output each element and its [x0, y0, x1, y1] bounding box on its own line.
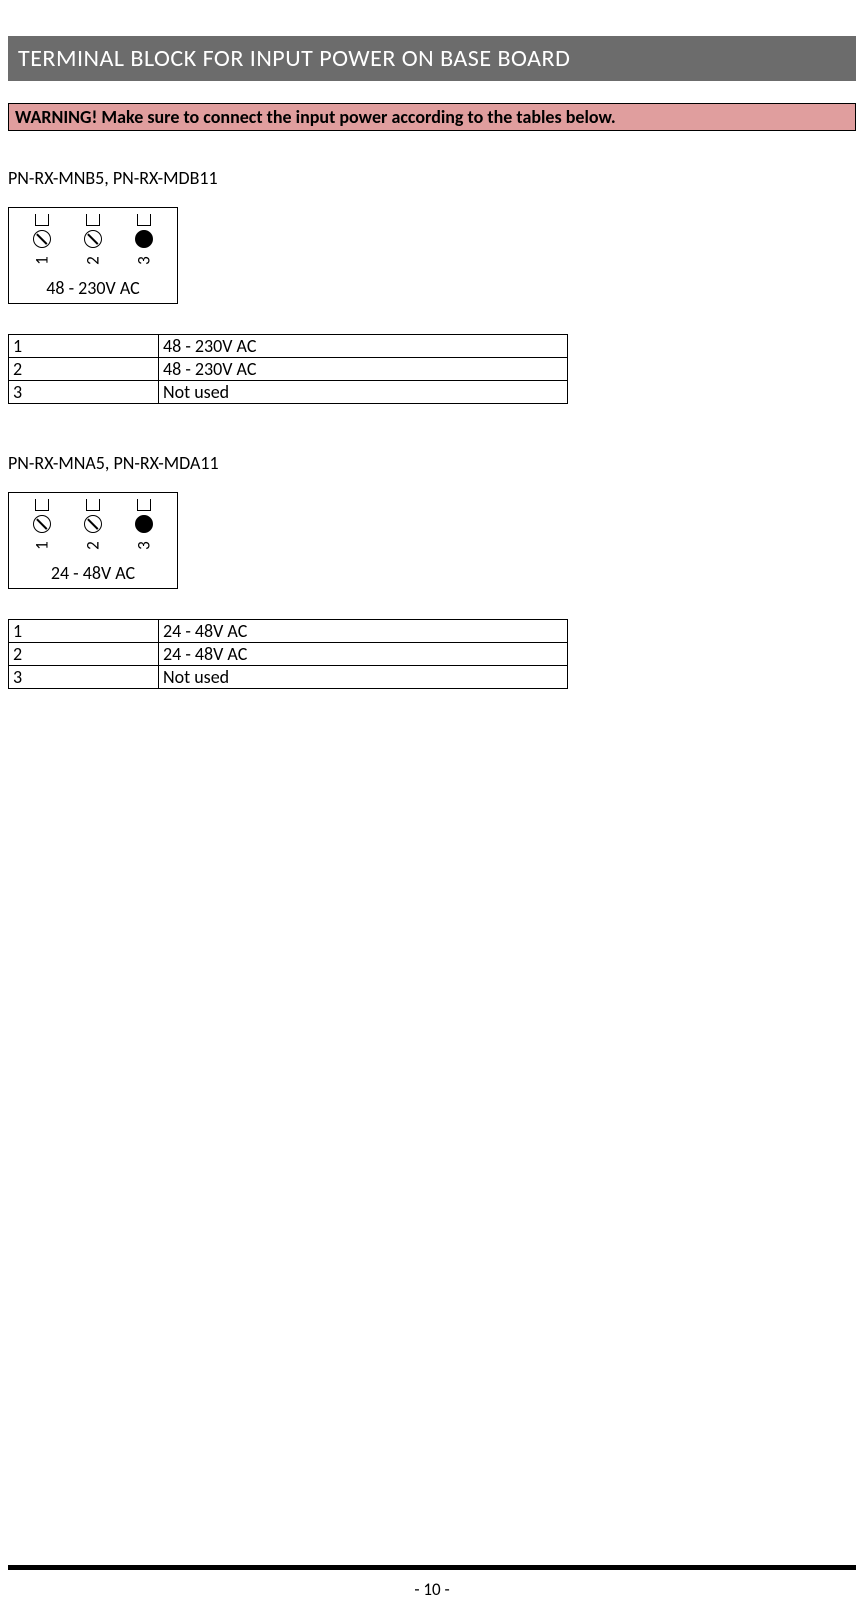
diagram-voltage-label: 24 - 48V AC: [17, 562, 169, 584]
terminal-screw-row: [17, 515, 169, 533]
desc-cell: 48 - 230V AC: [159, 358, 568, 381]
table-row: 3 Not used: [9, 381, 568, 404]
terminal-diagram-2: 1 2 3 24 - 48V AC: [8, 492, 178, 589]
table-row: 1 48 - 230V AC: [9, 335, 568, 358]
pin-number-1: 1: [32, 537, 53, 555]
pin-number-2: 2: [82, 537, 103, 555]
terminal-top-row: [17, 499, 169, 511]
page-number: - 10 -: [0, 1579, 864, 1600]
terminal-screw-row: [17, 230, 169, 248]
desc-cell: 48 - 230V AC: [159, 335, 568, 358]
pin-cell: 3: [9, 666, 159, 689]
pin-number-2: 2: [82, 252, 103, 270]
terminal-screw-filled-icon: [135, 515, 153, 533]
pin-cell: 1: [9, 620, 159, 643]
terminal-slot-icon: [35, 214, 49, 226]
desc-cell: 24 - 48V AC: [159, 620, 568, 643]
terminal-screw-open-icon: [84, 515, 102, 533]
terminal-screw-open-icon: [33, 230, 51, 248]
pin-table-2: 1 24 - 48V AC 2 24 - 48V AC 3 Not used: [8, 619, 568, 689]
terminal-screw-filled-icon: [135, 230, 153, 248]
desc-cell: Not used: [159, 666, 568, 689]
terminal-slot-icon: [35, 499, 49, 511]
pin-number-3: 3: [133, 537, 154, 555]
terminal-number-row: 1 2 3: [17, 535, 169, 556]
table-row: 2 24 - 48V AC: [9, 643, 568, 666]
terminal-slot-icon: [137, 499, 151, 511]
table-row: 1 24 - 48V AC: [9, 620, 568, 643]
terminal-slot-icon: [86, 214, 100, 226]
terminal-top-row: [17, 214, 169, 226]
section-title: TERMINAL BLOCK FOR INPUT POWER ON BASE B…: [8, 36, 856, 81]
pin-table-1: 1 48 - 230V AC 2 48 - 230V AC 3 Not used: [8, 334, 568, 404]
pin-cell: 2: [9, 358, 159, 381]
terminal-slot-icon: [137, 214, 151, 226]
table-row: 3 Not used: [9, 666, 568, 689]
terminal-screw-open-icon: [33, 515, 51, 533]
pin-number-3: 3: [133, 252, 154, 270]
terminal-number-row: 1 2 3: [17, 250, 169, 271]
footer-rule: [8, 1565, 856, 1570]
table-row: 2 48 - 230V AC: [9, 358, 568, 381]
pin-cell: 2: [9, 643, 159, 666]
terminal-diagram-1: 1 2 3 48 - 230V AC: [8, 207, 178, 304]
warning-box: WARNING! Make sure to connect the input …: [8, 103, 856, 131]
terminal-slot-icon: [86, 499, 100, 511]
diagram-voltage-label: 48 - 230V AC: [17, 277, 169, 299]
model-heading-1: PN-RX-MNB5, PN-RX-MDB11: [8, 167, 856, 189]
desc-cell: Not used: [159, 381, 568, 404]
desc-cell: 24 - 48V AC: [159, 643, 568, 666]
terminal-screw-open-icon: [84, 230, 102, 248]
model-heading-2: PN-RX-MNA5, PN-RX-MDA11: [8, 452, 856, 474]
pin-cell: 3: [9, 381, 159, 404]
pin-number-1: 1: [32, 252, 53, 270]
pin-cell: 1: [9, 335, 159, 358]
